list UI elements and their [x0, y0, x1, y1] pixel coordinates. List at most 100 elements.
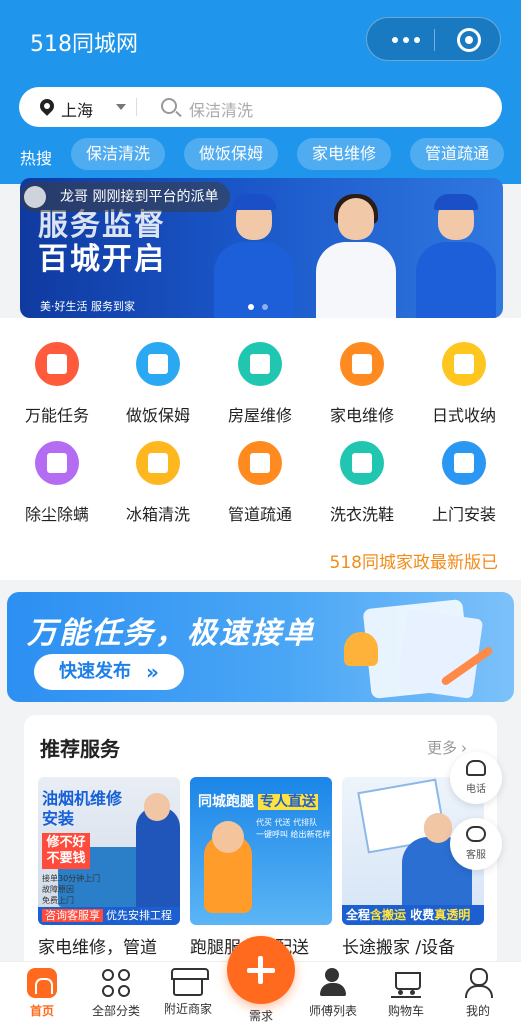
card-bar-highlight: 含搬运 — [370, 908, 407, 922]
carousel-dot-active[interactable] — [248, 304, 254, 310]
service-item[interactable]: 洗衣洗鞋 — [312, 441, 412, 525]
search-bar[interactable]: 上海 保洁清洗 — [19, 87, 502, 127]
banner-headline-2: 百城开启 — [38, 242, 166, 277]
phone-icon — [466, 760, 486, 776]
fridge-icon — [136, 441, 180, 485]
service-label: 冰箱清洗 — [125, 505, 190, 524]
cart-icon — [391, 968, 421, 998]
service-label: 上门安装 — [431, 505, 496, 524]
section-title: 推荐服务 — [40, 737, 120, 761]
target-circle-icon[interactable] — [457, 28, 481, 52]
courier-image — [204, 821, 252, 913]
card-image-title: 油烟机维修 安装 — [42, 789, 123, 828]
service-label: 房屋维修 — [227, 406, 292, 425]
pot-icon — [136, 342, 180, 386]
service-item[interactable]: 上门安装 — [414, 441, 514, 525]
service-label: 除尘除螨 — [24, 505, 89, 524]
version-notice[interactable]: 518同城家政最新版已 — [330, 548, 498, 573]
more-link[interactable]: 更多 › — [427, 737, 467, 758]
card-image-title-text: 同城跑腿 — [198, 794, 254, 810]
service-item[interactable]: 冰箱清洗 — [108, 441, 208, 525]
service-item[interactable]: 做饭保姆 — [108, 342, 208, 426]
customer-service-label: 客服 — [466, 850, 486, 861]
more-label: 更多 — [427, 739, 458, 757]
hot-tag[interactable]: 家电维修 — [297, 138, 392, 170]
card-image-note: 代买 代送 代排队 一键呼叫 给出新花样 — [256, 818, 331, 839]
capsule-divider — [434, 29, 435, 51]
card-image-bar: 咨询客服享优先安排工程师 — [38, 907, 180, 925]
quick-publish-label: 快速发布 — [59, 661, 131, 682]
service-label: 日式收纳 — [431, 406, 496, 425]
card-image-badge: 修不好 不要钱 — [42, 833, 90, 869]
service-grid: 万能任务 做饭保姆 房屋维修 家电维修 日式收纳 除尘除螨 冰箱清洗 管道疏通 … — [0, 318, 521, 580]
tab-workers[interactable]: 师傅列表 — [298, 968, 368, 1019]
promo-banner[interactable]: 万能任务，极速接单 快速发布 » — [7, 592, 514, 702]
tab-label: 购物车 — [387, 1004, 424, 1018]
carousel-dot[interactable] — [262, 304, 268, 310]
service-label: 洗衣洗鞋 — [329, 505, 394, 524]
service-item[interactable]: 管道疏通 — [210, 441, 310, 525]
service-card-caption: 家电维修，管道 — [38, 938, 157, 958]
card-image-bar: 全程含搬运 收费真透明 — [342, 905, 484, 925]
worker-image — [208, 194, 300, 318]
technician-image — [136, 793, 180, 907]
hot-tag[interactable]: 管道疏通 — [410, 138, 505, 170]
tab-home[interactable]: 首页 — [7, 968, 77, 1019]
tab-label: 首页 — [29, 1004, 54, 1018]
city-selector[interactable]: 上海 — [61, 97, 93, 121]
post-demand-button[interactable] — [227, 936, 295, 1004]
house-icon — [238, 342, 282, 386]
service-item[interactable]: 日式收纳 — [414, 342, 514, 426]
search-icon — [161, 98, 177, 114]
hot-tag[interactable]: 做饭保姆 — [184, 138, 279, 170]
hot-tag[interactable]: 保洁清洗 — [71, 138, 166, 170]
card-image-note: 接单30分钟上门 故障原因 免费上门 — [42, 874, 101, 905]
service-label: 做饭保姆 — [125, 406, 190, 425]
service-item[interactable]: 房屋维修 — [210, 342, 310, 426]
mini-program-capsule — [366, 17, 501, 61]
tab-cart[interactable]: 购物车 — [371, 968, 441, 1019]
service-card-caption: 长途搬家 /设备 — [342, 938, 456, 958]
service-card[interactable]: 油烟机维修 安装 修不好 不要钱 接单30分钟上门 故障原因 免费上门 咨询客服… — [38, 777, 180, 958]
tab-me[interactable]: 我的 — [443, 968, 513, 1019]
more-dots-icon[interactable] — [381, 18, 431, 62]
drill-icon — [442, 441, 486, 485]
service-card[interactable]: 同城跑腿专人直送 代买 代送 代排队 一键呼叫 给出新花样 跑腿服务，配送 — [190, 777, 332, 958]
service-card[interactable]: 全程含搬运 收费真透明 长途搬家 /设备 — [342, 777, 484, 958]
banner-carousel[interactable]: 服务监督 百城开启 美·好生活 服务到家 龙哥 刚刚接到平台的派单 — [20, 178, 503, 318]
tab-nearby-shops[interactable]: 附近商家 — [153, 968, 223, 1017]
service-item[interactable]: 万能任务 — [7, 342, 107, 426]
tab-label: 附近商家 — [163, 1002, 212, 1016]
promo-title: 万能任务，极速接单 — [27, 616, 315, 651]
banner-slogan: 美·好生活 服务到家 — [40, 300, 135, 313]
phone-button[interactable]: 电话 — [450, 752, 502, 804]
service-item[interactable]: 除尘除螨 — [7, 441, 107, 525]
home-icon — [27, 968, 57, 998]
tab-label: 师傅列表 — [308, 1004, 357, 1018]
header: 518同城网 上海 保洁清洗 热搜 保洁清洗 做饭保姆 家电维修 管道疏通 — [0, 0, 521, 184]
washer-icon — [340, 441, 384, 485]
tab-categories[interactable]: 全部分类 — [81, 968, 151, 1019]
phone-label: 电话 — [466, 784, 486, 795]
service-card-image: 同城跑腿 专人直送 代买 代送 代排队 一键呼叫 给出新花样 — [190, 777, 332, 925]
card-image-bar-tag: 咨询客服享 — [42, 909, 103, 922]
order-toast: 龙哥 刚刚接到平台的派单 — [20, 182, 231, 212]
service-item[interactable]: 家电维修 — [312, 342, 412, 426]
card-bar-highlight: 真透明 — [434, 908, 471, 922]
service-label: 管道疏通 — [227, 505, 292, 524]
customer-service-button[interactable]: 客服 — [450, 818, 502, 870]
bell-icon — [344, 632, 378, 666]
search-input[interactable]: 保洁清洗 — [189, 97, 253, 121]
service-label: 万能任务 — [24, 406, 89, 425]
card-image-title: 同城跑腿 专人直送 — [198, 791, 318, 811]
worker-image — [310, 194, 402, 318]
broom-icon — [35, 342, 79, 386]
chevron-down-icon[interactable] — [116, 104, 126, 110]
app-title: 518同城网 — [30, 32, 138, 57]
card-bar-text: 收费 — [406, 908, 435, 922]
document-icon — [396, 609, 484, 699]
avatar — [24, 186, 46, 208]
card-image-title-tag: 专人直送 — [258, 794, 318, 810]
quick-publish-button[interactable]: 快速发布 » — [34, 654, 184, 690]
categories-icon — [101, 968, 131, 998]
